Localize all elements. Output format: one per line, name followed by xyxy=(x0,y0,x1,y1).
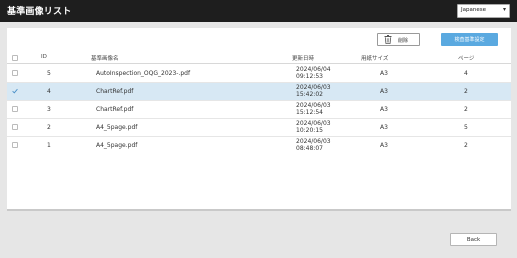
row-name: ChartRef.pdf xyxy=(96,106,134,113)
row-checkbox[interactable] xyxy=(12,70,18,76)
trash-icon xyxy=(384,35,392,44)
row-id: 4 xyxy=(47,88,51,95)
table-row[interactable]: 3 ChartRef.pdf 2024/06/03 15:12:54 A3 2 xyxy=(7,101,511,118)
row-paper-size: A3 xyxy=(380,142,388,149)
row-time: 08:48:07 xyxy=(296,145,323,152)
table-row[interactable]: 1 A4_5page.pdf 2024/06/03 08:48:07 A3 2 xyxy=(7,137,511,154)
row-paper-size: A3 xyxy=(380,124,388,131)
row-updated: 2024/06/03 15:12:54 xyxy=(296,102,331,116)
page-title: 基準画像リスト xyxy=(7,7,72,17)
row-updated: 2024/06/04 09:12:53 xyxy=(296,66,331,80)
table-row[interactable]: 5 AutoInspection_OQG_2023-.pdf 2024/06/0… xyxy=(7,65,511,82)
row-paper-size: A3 xyxy=(380,106,388,113)
row-pages: 2 xyxy=(464,88,468,95)
row-paper-size: A3 xyxy=(380,88,388,95)
row-date: 2024/06/03 xyxy=(296,84,331,91)
row-pages: 5 xyxy=(464,124,468,131)
language-select[interactable]: Japanese ▾ xyxy=(457,4,510,18)
row-date: 2024/06/04 xyxy=(296,66,331,73)
checkmark-icon xyxy=(12,88,18,94)
row-updated: 2024/06/03 08:48:07 xyxy=(296,138,331,152)
column-header-updated: 更新日時 xyxy=(292,56,315,62)
header-divider xyxy=(7,63,511,64)
language-select-value: Japanese xyxy=(461,7,486,13)
row-id: 3 xyxy=(47,106,51,113)
row-pages: 2 xyxy=(464,142,468,149)
inspection-settings-label: 検査基準設定 xyxy=(454,37,485,43)
column-header-pages: ページ xyxy=(458,56,475,62)
row-name: ChartRef.pdf xyxy=(96,88,134,95)
row-time: 15:42:02 xyxy=(296,91,323,98)
column-header-name: 基準画像名 xyxy=(91,56,119,62)
row-id: 1 xyxy=(47,142,51,149)
row-updated: 2024/06/03 15:42:02 xyxy=(296,84,331,98)
row-time: 09:12:53 xyxy=(296,73,323,80)
row-time: 15:12:54 xyxy=(296,109,323,116)
row-id: 5 xyxy=(47,70,51,77)
back-button[interactable]: Back xyxy=(450,233,497,246)
row-date: 2024/06/03 xyxy=(296,102,331,109)
row-date: 2024/06/03 xyxy=(296,138,331,145)
row-pages: 4 xyxy=(464,70,468,77)
back-button-label: Back xyxy=(466,237,481,243)
table-row-selected[interactable]: 4 ChartRef.pdf 2024/06/03 15:42:02 A3 2 xyxy=(7,83,511,100)
row-name: A4_5page.pdf xyxy=(96,142,138,149)
app-header: 基準画像リスト Japanese ▾ xyxy=(0,0,517,22)
row-paper-size: A3 xyxy=(380,70,388,77)
row-pages: 2 xyxy=(464,106,468,113)
row-checkbox-checked[interactable] xyxy=(12,88,18,94)
row-name: AutoInspection_OQG_2023-.pdf xyxy=(96,70,191,77)
delete-button[interactable]: 削除 xyxy=(377,33,420,46)
row-checkbox[interactable] xyxy=(12,106,18,112)
select-all-checkbox[interactable] xyxy=(12,55,18,61)
row-time: 10:20:15 xyxy=(296,127,323,134)
delete-button-label: 削除 xyxy=(398,38,409,44)
row-checkbox[interactable] xyxy=(12,142,18,148)
row-date: 2024/06/03 xyxy=(296,120,331,127)
column-header-paper-size: 用紙サイズ xyxy=(361,56,389,62)
table-row[interactable]: 2 A4_5page.pdf 2024/06/03 10:20:15 A3 5 xyxy=(7,119,511,136)
inspection-settings-button[interactable]: 検査基準設定 xyxy=(441,33,498,46)
chevron-down-icon: ▾ xyxy=(502,6,506,13)
row-checkbox[interactable] xyxy=(12,124,18,130)
column-header-id: ID xyxy=(41,54,47,60)
row-id: 2 xyxy=(47,124,51,131)
row-name: A4_5page.pdf xyxy=(96,124,138,131)
row-updated: 2024/06/03 10:20:15 xyxy=(296,120,331,134)
